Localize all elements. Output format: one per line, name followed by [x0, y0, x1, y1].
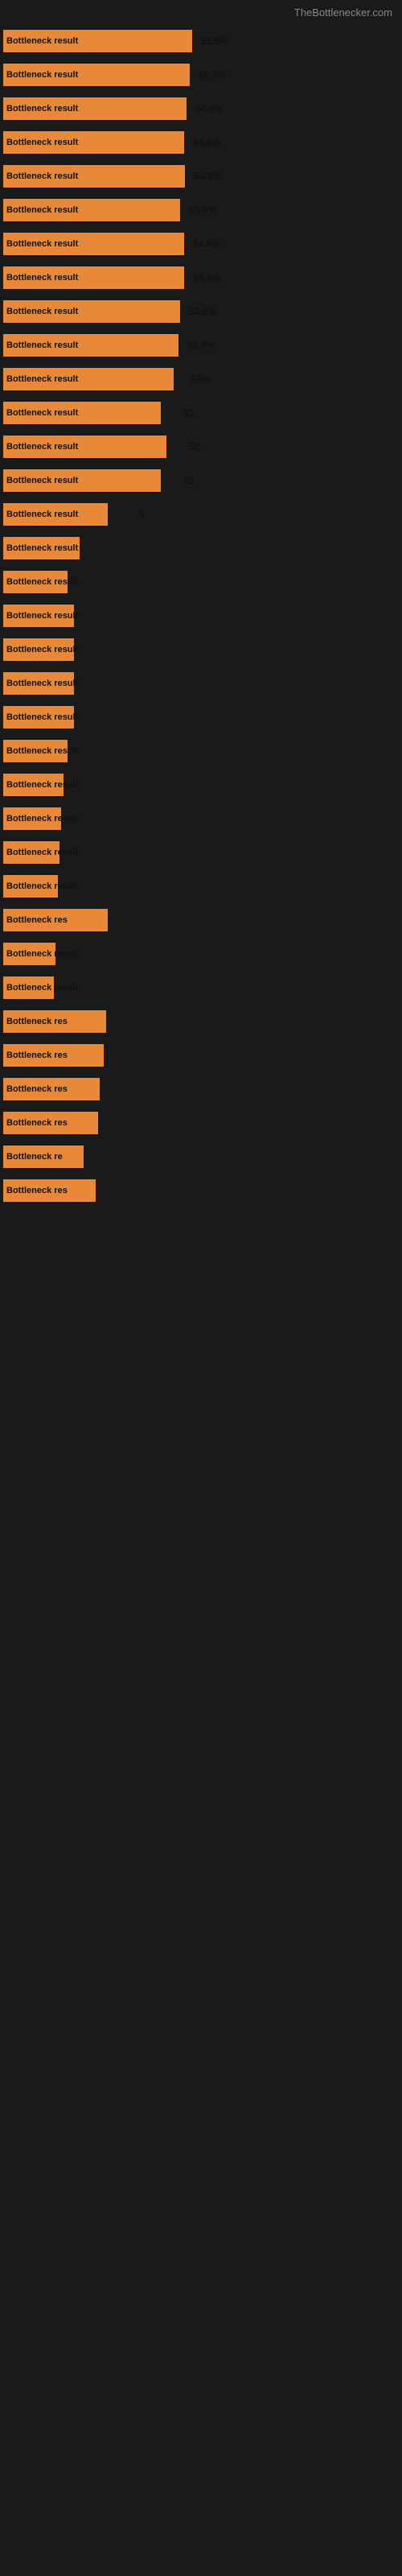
bar-row: Bottleneck res [0, 904, 402, 936]
bar-row: Bottleneck result [0, 701, 402, 733]
bar-row: Bottleneck result 55.5% [0, 25, 402, 57]
bar-label: Bottleneck res [6, 1017, 68, 1026]
bar-row: Bottleneck result 53.7% [0, 329, 402, 361]
bar-value: 54.4% [193, 272, 220, 283]
bar-row: Bottleneck result [0, 600, 402, 632]
bar-label: Bottleneck res [6, 915, 68, 925]
bar-row: Bottleneck result 54.4% [0, 126, 402, 159]
bar-row: Bottleneck result 53.9% [0, 295, 402, 328]
bar-row: Bottleneck re [0, 1141, 402, 1173]
bar-row: Bottleneck result 52. [0, 431, 402, 463]
bar-label: Bottleneck result [6, 780, 78, 790]
bar-label: Bottleneck result [6, 645, 78, 654]
bar-row: Bottleneck result [0, 836, 402, 869]
bar-label: Bottleneck result [6, 442, 78, 452]
bar-value: 53.9% [189, 204, 216, 216]
bar-label: Bottleneck result [6, 70, 78, 80]
bar-row: Bottleneck result [0, 938, 402, 970]
bar-row: Bottleneck result [0, 870, 402, 902]
bar-row: Bottleneck result 4 [0, 498, 402, 530]
bar-row: Bottleneck result [0, 532, 402, 564]
bar-row: Bottleneck result [0, 667, 402, 700]
bar-label: Bottleneck res [6, 1051, 68, 1060]
bar-label: Bottleneck result [6, 510, 78, 519]
bar-row: Bottleneck result 54.4% [0, 262, 402, 294]
bar-label: Bottleneck re [6, 1152, 63, 1162]
bar-value: 54.6% [194, 171, 221, 182]
bar-value: 54.4% [193, 238, 220, 250]
bar-label: Bottleneck result [6, 138, 78, 147]
bar-value: 53% [191, 374, 210, 385]
bar-label: Bottleneck result [6, 104, 78, 114]
bar-row: Bottleneck result [0, 735, 402, 767]
bar-row: Bottleneck result [0, 972, 402, 1004]
bar-label: Bottleneck result [6, 814, 78, 824]
bar-label: Bottleneck result [6, 577, 78, 587]
bar-label: Bottleneck res [6, 1186, 68, 1195]
bar-label: Bottleneck result [6, 36, 78, 46]
bar-row: Bottleneck res [0, 1174, 402, 1207]
bar-label: Bottleneck result [6, 307, 78, 316]
bar-value: 53.7% [187, 340, 215, 351]
bar-row: Bottleneck result 54.4% [0, 228, 402, 260]
bar-label: Bottleneck result [6, 239, 78, 249]
bar-label: Bottleneck result [6, 611, 78, 621]
bar-label: Bottleneck result [6, 679, 78, 688]
bar-label: Bottleneck result [6, 205, 78, 215]
bar-value: 54.8% [195, 103, 223, 114]
bar-row: Bottleneck result 53% [0, 363, 402, 395]
bar-label: Bottleneck result [6, 983, 78, 993]
bar-label: Bottleneck result [6, 273, 78, 283]
bar-row: Bottleneck result 51. [0, 397, 402, 429]
bar-label: Bottleneck result [6, 746, 78, 756]
bar-value: 53.9% [189, 306, 216, 317]
bar-row: Bottleneck result [0, 769, 402, 801]
bar-label: Bottleneck result [6, 543, 78, 553]
bar-row: Bottleneck res [0, 1073, 402, 1105]
bar-row: Bottleneck res [0, 1107, 402, 1139]
bar-label: Bottleneck result [6, 341, 78, 350]
bar-row: Bottleneck res [0, 1005, 402, 1038]
bar-label: Bottleneck result [6, 171, 78, 181]
bar-label: Bottleneck res [6, 1084, 68, 1094]
bar-row: Bottleneck result [0, 566, 402, 598]
bar-row: Bottleneck result 55.3% [0, 59, 402, 91]
bar-value: 51. [183, 475, 197, 486]
bar-value: 54.4% [193, 137, 220, 148]
bar-label: Bottleneck result [6, 848, 78, 857]
bar-label: Bottleneck result [6, 408, 78, 418]
site-title: TheBottlenecker.com [0, 0, 402, 22]
bar-label: Bottleneck result [6, 374, 78, 384]
bar-label: Bottleneck result [6, 881, 78, 891]
bar-label: Bottleneck result [6, 712, 78, 722]
bar-row: Bottleneck result 53.9% [0, 194, 402, 226]
bar-value: 55.5% [201, 35, 228, 47]
chart-container: Bottleneck result 55.5% Bottleneck result 5… [0, 22, 402, 1212]
bar-label: Bottleneck result [6, 476, 78, 485]
bar-row: Bottleneck result 51. [0, 464, 402, 497]
bar-label: Bottleneck result [6, 949, 78, 959]
bar-value: 51. [183, 407, 197, 419]
bar-row: Bottleneck result [0, 634, 402, 666]
bar-value: 4 [138, 509, 144, 520]
bar-row: Bottleneck result 54.6% [0, 160, 402, 192]
bar-label: Bottleneck res [6, 1118, 68, 1128]
bar-row: Bottleneck result [0, 803, 402, 835]
bar-row: Bottleneck res [0, 1039, 402, 1071]
bar-row: Bottleneck result 54.8% [0, 93, 402, 125]
bar-value: 55.3% [199, 69, 226, 80]
bar-value: 52. [189, 441, 203, 452]
